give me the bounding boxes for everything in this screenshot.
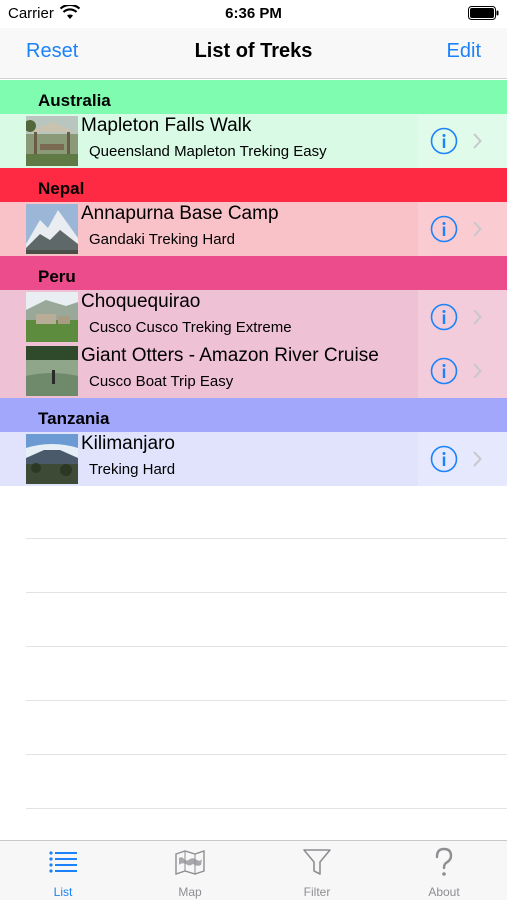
info-icon[interactable] (430, 303, 458, 331)
trek-table: Australia Mapleton Falls Walk Queensland… (0, 80, 507, 486)
navigation-bar: Reset List of Treks Edit (0, 28, 507, 79)
chevron-right-icon (473, 221, 482, 237)
trek-row[interactable]: Mapleton Falls Walk Queensland Mapleton … (0, 114, 507, 168)
trek-title: Annapurna Base Camp (81, 203, 279, 224)
info-icon[interactable] (430, 445, 458, 473)
trek-title: Mapleton Falls Walk (81, 115, 252, 136)
river-photo (26, 346, 78, 396)
tab-filter[interactable]: Filter (254, 841, 380, 900)
tab-list[interactable]: List (0, 841, 126, 900)
section-title: Tanzania (38, 409, 110, 428)
battery-icon (468, 6, 499, 20)
section-title: Peru (38, 267, 76, 286)
empty-table-area (0, 485, 507, 840)
trek-subtitle: Cusco Cusco Treking Extreme (89, 319, 292, 336)
ruins-photo (26, 292, 78, 342)
chevron-right-icon (473, 451, 482, 467)
edit-button[interactable]: Edit (447, 40, 481, 63)
row-separator (26, 592, 507, 593)
row-separator (26, 538, 507, 539)
chevron-right-icon (473, 363, 482, 379)
row-separator (26, 646, 507, 647)
tab-map[interactable]: Map (127, 841, 253, 900)
row-separator (26, 754, 507, 755)
section-header-nepal: Nepal (0, 168, 507, 202)
trek-title: Choquequirao (81, 291, 201, 312)
picnic-shelter-photo (26, 116, 78, 166)
section-header-tanzania: Tanzania (0, 398, 507, 432)
row-separator (26, 808, 507, 809)
section-title: Nepal (38, 179, 85, 198)
info-icon[interactable] (430, 127, 458, 155)
section-header-peru: Peru (0, 256, 507, 290)
row-separator (26, 700, 507, 701)
tab-about[interactable]: About (381, 841, 507, 900)
tab-label: Map (178, 885, 202, 899)
tab-label: Filter (303, 885, 331, 899)
status-time: 6:36 PM (225, 5, 282, 22)
chevron-right-icon (473, 309, 482, 325)
map-icon (175, 850, 205, 875)
snowy-mountain-photo (26, 204, 78, 254)
page-title: List of Treks (194, 40, 313, 62)
trek-subtitle: Treking Hard (89, 461, 176, 478)
tab-label: About (428, 885, 460, 899)
trek-title: Giant Otters - Amazon River Cruise (81, 345, 379, 366)
tab-label: List (53, 885, 73, 899)
trek-title: Kilimanjaro (81, 433, 175, 454)
filter-icon (303, 849, 331, 875)
info-icon[interactable] (430, 357, 458, 385)
status-bar: Carrier 6:36 PM (0, 0, 507, 28)
trek-subtitle: Queensland Mapleton Treking Easy (89, 143, 327, 160)
trek-row[interactable]: Annapurna Base Camp Gandaki Treking Hard (0, 202, 507, 256)
trek-row[interactable]: Choquequirao Cusco Cusco Treking Extreme (0, 290, 507, 344)
trek-row[interactable]: Kilimanjaro Treking Hard (0, 432, 507, 486)
tab-bar: List Map Filter About (0, 840, 507, 900)
trek-subtitle: Gandaki Treking Hard (89, 231, 235, 248)
list-icon (49, 851, 77, 873)
section-header-australia: Australia (0, 80, 507, 114)
chevron-right-icon (473, 133, 482, 149)
mountain-plain-photo (26, 434, 78, 484)
question-icon (435, 847, 453, 876)
trek-subtitle: Cusco Boat Trip Easy (89, 373, 234, 390)
trek-row[interactable]: Giant Otters - Amazon River Cruise Cusco… (0, 344, 507, 398)
info-icon[interactable] (430, 215, 458, 243)
section-title: Australia (38, 91, 111, 110)
